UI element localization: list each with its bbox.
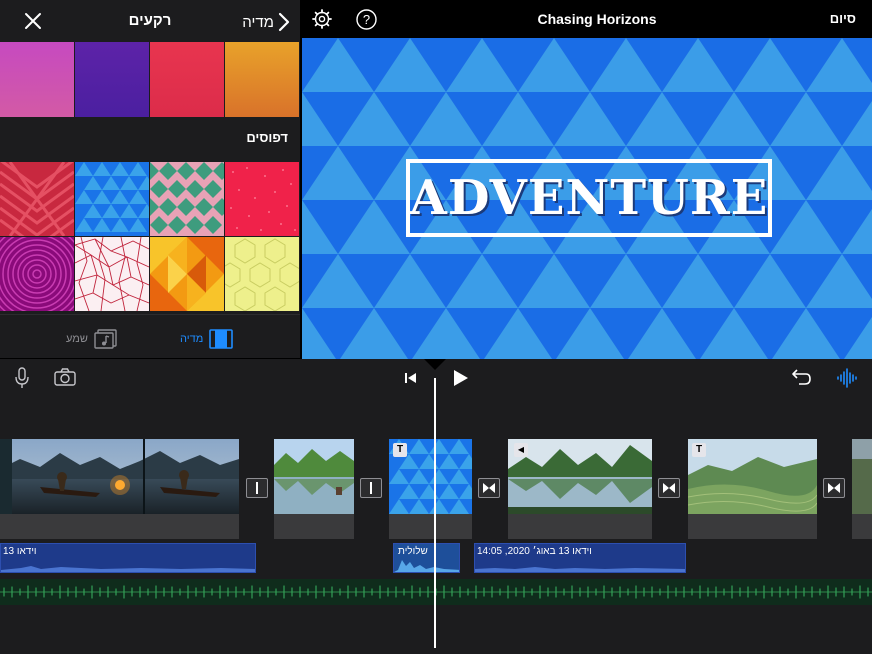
cut-transition-icon bbox=[256, 482, 258, 494]
browser-header: רקעים מדיה bbox=[0, 0, 300, 42]
pattern-yellow-hexagons[interactable] bbox=[225, 237, 299, 311]
clip-thumbnail bbox=[0, 439, 239, 514]
clip-audio-strip bbox=[0, 514, 239, 539]
section-title: דפוסים bbox=[246, 130, 288, 145]
svg-text:?: ? bbox=[363, 12, 370, 27]
waveform-icon bbox=[837, 368, 857, 388]
sound-effect-clip-puddle[interactable]: שלולית bbox=[393, 543, 460, 573]
transition-none-button[interactable] bbox=[246, 478, 268, 498]
color-swatch-red[interactable] bbox=[150, 42, 224, 117]
pattern-red-chevron[interactable] bbox=[0, 162, 74, 236]
clip-audio-strip bbox=[688, 514, 817, 539]
browser-title: רקעים bbox=[128, 12, 172, 29]
pattern-magenta-circles[interactable] bbox=[0, 237, 74, 311]
skip-back-icon bbox=[405, 373, 416, 383]
help-button[interactable]: ? bbox=[356, 9, 377, 30]
clip-audio-strip bbox=[852, 514, 872, 539]
crossfade-transition-icon bbox=[663, 483, 675, 493]
clip-thumbnail bbox=[688, 439, 817, 514]
title-overlay-box[interactable]: ADVENTURE bbox=[406, 159, 772, 237]
video-viewer[interactable]: ADVENTURE bbox=[302, 38, 872, 359]
microphone-icon bbox=[15, 367, 29, 388]
close-button[interactable] bbox=[20, 8, 46, 34]
viewer-header: ? Chasing Horizons סיום bbox=[302, 0, 872, 38]
camera-icon bbox=[54, 368, 76, 386]
film-icon bbox=[209, 329, 234, 349]
voiceover-button[interactable] bbox=[14, 367, 30, 389]
play-button[interactable] bbox=[452, 369, 470, 387]
crossfade-transition-icon bbox=[828, 483, 840, 493]
video-clip-green-hills[interactable] bbox=[274, 439, 354, 539]
question-mark-icon: ? bbox=[356, 9, 377, 30]
video-clip-night-river[interactable] bbox=[0, 439, 239, 539]
tab-audio[interactable]: שמע bbox=[66, 329, 118, 349]
imovie-app: רקעים מדיה דפוסים מדיה שמע ? Chasing Hor… bbox=[0, 0, 872, 654]
color-swatch-pink[interactable] bbox=[0, 42, 74, 117]
clip-thumbnail bbox=[852, 439, 872, 514]
timeline[interactable]: T ◀ T וידאו 13 שלולית וידאו 13 באוג׳ 202… bbox=[0, 397, 872, 654]
speaker-muted-icon: ◀ bbox=[514, 443, 528, 457]
clip-audio-strip bbox=[274, 514, 354, 539]
close-icon bbox=[25, 13, 41, 29]
title-badge-icon: T bbox=[393, 443, 407, 457]
content-browser: רקעים מדיה דפוסים מדיה שמע bbox=[0, 0, 300, 358]
transition-none-button[interactable] bbox=[360, 478, 382, 498]
audio-waveform-button[interactable] bbox=[836, 368, 858, 388]
clip-thumbnail bbox=[508, 439, 652, 514]
project-title: Chasing Horizons bbox=[537, 11, 657, 27]
undo-icon bbox=[792, 369, 811, 385]
playhead[interactable] bbox=[434, 378, 436, 648]
camera-button[interactable] bbox=[54, 368, 76, 386]
done-button[interactable]: סיום bbox=[830, 11, 856, 26]
title-badge-icon: T bbox=[692, 443, 706, 457]
title-text: ADVENTURE bbox=[409, 170, 769, 226]
color-swatch-orange[interactable] bbox=[225, 42, 299, 117]
tab-media-label: מדיה bbox=[180, 333, 204, 345]
title-clip-adventure[interactable]: T bbox=[389, 439, 472, 539]
back-to-media-button[interactable]: מדיה bbox=[242, 10, 290, 34]
chevron-right-icon bbox=[278, 12, 290, 32]
pattern-red-dots[interactable] bbox=[225, 162, 299, 236]
clip-thumbnail bbox=[274, 439, 354, 514]
audio-waveform bbox=[394, 560, 459, 572]
audio-waveform bbox=[1, 566, 255, 572]
playhead-marker bbox=[424, 359, 446, 370]
background-music-track[interactable] bbox=[0, 579, 872, 605]
tab-media[interactable]: מדיה bbox=[180, 329, 234, 349]
pattern-pink-green-diamonds[interactable] bbox=[150, 162, 224, 236]
clip-audio-strip bbox=[508, 514, 652, 539]
transition-crossfade-button[interactable] bbox=[658, 478, 680, 498]
video-clip-terraced-hills[interactable]: T bbox=[688, 439, 817, 539]
pattern-red-line-mesh[interactable] bbox=[75, 237, 149, 311]
pattern-blue-triangles[interactable] bbox=[75, 162, 149, 236]
crossfade-transition-icon bbox=[483, 483, 495, 493]
transition-crossfade-button[interactable] bbox=[823, 478, 845, 498]
pattern-orange-geometric[interactable] bbox=[150, 237, 224, 311]
music-waveform bbox=[0, 579, 872, 605]
settings-button[interactable] bbox=[312, 9, 332, 29]
music-note-icon bbox=[94, 329, 117, 349]
undo-button[interactable] bbox=[790, 368, 812, 386]
audio-waveform bbox=[475, 567, 685, 572]
patterns-section-header: דפוסים bbox=[0, 118, 300, 158]
browser-tab-bar: מדיה שמע bbox=[0, 314, 300, 358]
gear-icon bbox=[312, 9, 332, 29]
back-label: מדיה bbox=[242, 13, 274, 31]
tab-audio-label: שמע bbox=[66, 333, 88, 345]
video-clip-partial[interactable] bbox=[852, 439, 872, 539]
clip-audio-strip bbox=[389, 514, 472, 539]
detached-audio-clip-video13[interactable]: וידאו 13 bbox=[0, 543, 256, 573]
play-icon bbox=[454, 370, 468, 386]
detached-audio-clip-video13-aug[interactable]: וידאו 13 באוג׳ 2020, 14:05 bbox=[474, 543, 686, 573]
transition-crossfade-button[interactable] bbox=[478, 478, 500, 498]
color-swatch-purple[interactable] bbox=[75, 42, 149, 117]
cut-transition-icon bbox=[370, 482, 372, 494]
skip-to-start-button[interactable] bbox=[404, 371, 418, 385]
video-clip-mountain-lake[interactable]: ◀ bbox=[508, 439, 652, 539]
